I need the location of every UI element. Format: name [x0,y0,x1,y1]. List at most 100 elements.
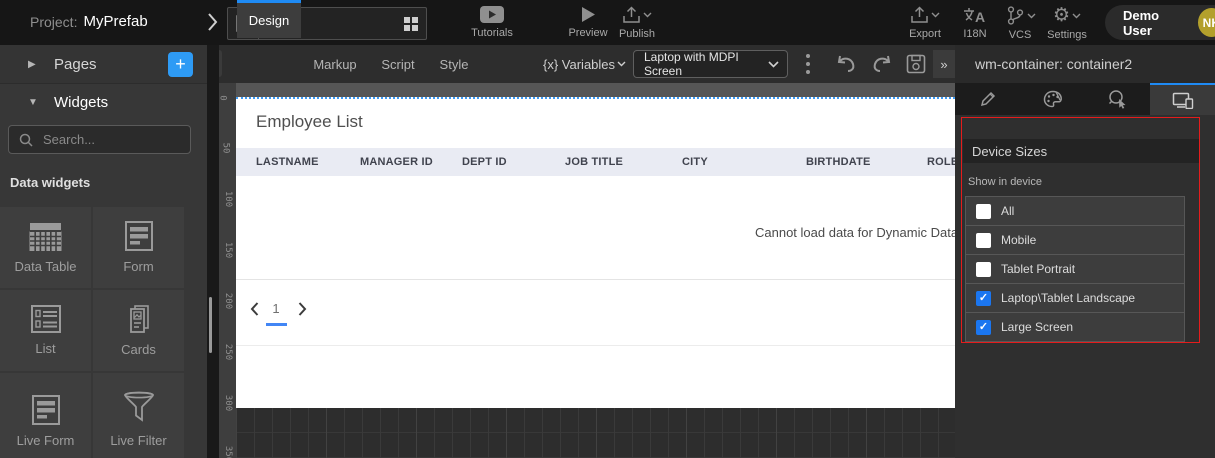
sidebar-gutter [207,45,219,458]
widget-card-data-table[interactable]: Data Table [0,207,91,288]
sidebar-item-pages[interactable]: ▶ Pages + [0,45,207,84]
variables-label: {x} Variables [543,57,615,72]
widget-card-live-filter[interactable]: Live Filter [93,373,184,458]
filter-icon [121,391,157,425]
redo-button[interactable] [868,50,896,78]
tab-markup[interactable]: Markup [301,45,369,83]
page-preview[interactable]: Employee List LASTNAME MANAGER ID DEPT I… [236,97,955,408]
avatar: NK [1198,8,1215,37]
checkbox-label: Large Screen [1001,320,1073,334]
tab-device-sizes[interactable] [1150,83,1215,115]
checkbox-label: Mobile [1001,233,1036,247]
widget-card-live-form[interactable]: Live Form [0,373,91,458]
devices-icon [1172,92,1194,109]
panel-expand-button[interactable]: » [933,50,955,78]
variables-button[interactable]: {x} Variables [543,53,626,75]
page-grid-icon[interactable] [404,17,418,31]
checkbox-label: Tablet Portrait [1001,262,1075,276]
tutorials-label: Tutorials [471,27,513,39]
sidebar-item-widgets[interactable]: ▼ Widgets [0,84,207,120]
chevron-left-icon [250,302,259,316]
device-select[interactable]: Laptop with MDPI Screen [633,50,788,78]
top-bar: Project: MyPrefab Main Tutorials Preview [0,0,1215,45]
more-options-button[interactable] [800,51,816,77]
column-header[interactable]: LASTNAME [236,156,360,168]
widget-sidebar: ▶ Pages + ▼ Widgets Data widgets Data Ta… [0,45,207,458]
widget-card-list[interactable]: List [0,290,91,371]
column-header[interactable]: BIRTHDATE [806,156,927,168]
checkbox[interactable] [976,291,991,306]
device-option-all[interactable]: All [966,197,1184,225]
device-option-mobile[interactable]: Mobile [966,225,1184,254]
project-breadcrumb: Project: MyPrefab [30,13,148,30]
tab-design[interactable]: Design [237,0,301,38]
checkbox[interactable] [976,204,991,219]
redo-icon [871,55,893,73]
list-icon [31,305,61,333]
device-option-laptop-tablet-landscape[interactable]: Laptop\Tablet Landscape [966,283,1184,312]
save-icon [906,54,926,74]
live-form-icon [31,395,61,425]
tab-events[interactable] [1085,83,1150,115]
i18n-translate-icon: A [963,6,987,24]
tab-script[interactable]: Script [369,45,427,83]
pagination-current-page[interactable]: 1 [264,301,288,316]
ruler-mark: 200 [223,293,233,309]
datatable-error-message: Cannot load data for Dynamic Datata [755,225,955,240]
widget-label: List [35,341,55,356]
user-menu[interactable]: Demo User NK [1105,5,1215,40]
tutorials-icon [480,6,504,23]
device-option-tablet-portrait[interactable]: Tablet Portrait [966,254,1184,283]
palette-icon [1043,90,1063,108]
publish-upload-icon [622,6,652,24]
ruler-mark: 150 [223,242,233,258]
canvas-grid [236,408,955,458]
publish-chevron-icon [643,12,652,18]
pages-collapsed-icon: ▶ [28,59,40,70]
i18n-label: I18N [963,28,986,40]
column-header[interactable]: JOB TITLE [565,156,682,168]
widget-card-cards[interactable]: Cards [93,290,184,371]
data-table-icon [29,222,62,251]
tab-style[interactable]: Style [427,45,481,83]
export-chevron-icon [931,12,940,18]
search-input[interactable] [41,131,175,148]
widgets-expanded-icon: ▼ [28,97,40,108]
device-select-value: Laptop with MDPI Screen [644,50,768,78]
checkbox[interactable] [976,233,991,248]
checkbox[interactable] [976,262,991,277]
variables-chevron-icon [617,61,626,67]
checkbox-label: All [1001,204,1014,218]
pagination-active-bar [266,323,287,326]
ruler-mark: 100 [223,191,233,207]
show-in-device-label: Show in device [968,176,1042,188]
widgets-label: Widgets [54,94,108,111]
vertical-ruler: 0 50 100 150 200 250 300 350 [219,83,237,458]
save-button[interactable] [902,50,930,78]
svg-text:A: A [975,9,985,24]
column-header[interactable]: DEPT ID [462,156,565,168]
events-icon [1108,89,1128,109]
sidebar-scrollbar[interactable] [209,297,212,353]
column-header[interactable]: MANAGER ID [360,156,462,168]
divider [236,345,955,346]
device-option-large-screen[interactable]: Large Screen [966,312,1184,341]
pagination-next-button[interactable] [292,299,312,319]
publish-button[interactable]: Publish [602,6,672,40]
tab-properties[interactable] [955,83,1020,115]
add-page-button[interactable]: + [168,52,193,77]
canvas-top-strip [236,83,955,97]
pagination-prev-button[interactable] [244,299,264,319]
preview-play-icon [580,6,596,23]
datatable-title: Employee List [256,112,363,132]
column-header[interactable]: ROLE [927,156,955,168]
inspector-tabs [955,83,1215,115]
widget-card-form[interactable]: Form [93,207,184,288]
column-header[interactable]: CITY [682,156,806,168]
tab-styles[interactable] [1020,83,1085,115]
widget-search[interactable] [8,125,191,154]
settings-button[interactable]: ⚙ Settings [1032,6,1102,41]
checkbox[interactable] [976,320,991,335]
tutorials-button[interactable]: Tutorials [457,6,527,39]
undo-button[interactable] [832,50,860,78]
